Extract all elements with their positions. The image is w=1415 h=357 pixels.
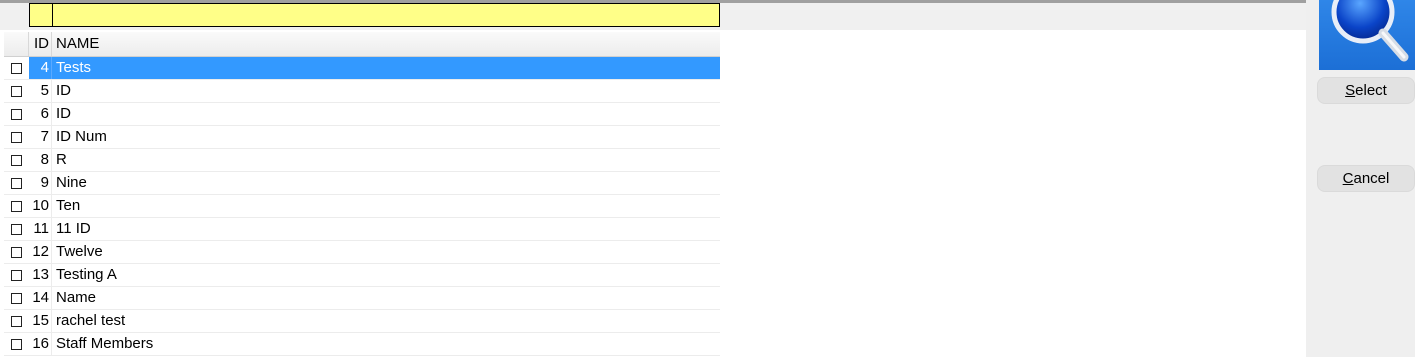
row-checkbox[interactable] — [11, 178, 22, 189]
row-name: ID — [56, 105, 71, 122]
row-checkbox-cell[interactable] — [4, 149, 29, 171]
row-id: 8 — [29, 149, 52, 171]
name-filter-input[interactable] — [53, 4, 719, 26]
record-picker-window: ID NAME 4 Tests 5 ID 6 ID 7 ID Num 8 R 9 Nine 10 Ten 1… — [0, 0, 1415, 357]
table-row[interactable]: 14 Name — [4, 287, 720, 310]
row-checkbox-cell[interactable] — [4, 287, 29, 309]
id-filter-cell[interactable] — [29, 3, 53, 27]
table-row[interactable]: 15 rachel test — [4, 310, 720, 333]
header-check-column — [4, 32, 29, 56]
row-checkbox[interactable] — [11, 270, 22, 281]
magnifier-icon — [1331, 0, 1409, 62]
row-name: rachel test — [56, 312, 126, 329]
search-tile — [1319, 0, 1415, 70]
row-name: Nine — [56, 174, 87, 191]
row-checkbox[interactable] — [11, 224, 22, 235]
row-name: Ten — [56, 197, 81, 214]
row-id: 9 — [29, 172, 52, 194]
row-checkbox-cell[interactable] — [4, 126, 29, 148]
row-checkbox[interactable] — [11, 86, 22, 97]
table-row[interactable]: 5 ID — [4, 80, 720, 103]
row-checkbox-cell[interactable] — [4, 333, 29, 355]
row-id: 12 — [29, 241, 52, 263]
row-checkbox-cell[interactable] — [4, 218, 29, 240]
row-name: ID — [56, 82, 71, 99]
results-grid: ID NAME 4 Tests 5 ID 6 ID 7 ID Num 8 R 9 Nine 10 Ten 1… — [4, 32, 720, 356]
row-checkbox-cell[interactable] — [4, 264, 29, 286]
select-button[interactable]: Select — [1317, 77, 1415, 104]
row-checkbox[interactable] — [11, 201, 22, 212]
filter-row — [0, 3, 1306, 30]
select-label: elect — [1355, 82, 1387, 99]
table-row[interactable]: 4 Tests — [4, 57, 720, 80]
row-name: R — [56, 151, 67, 168]
row-name: Name — [56, 289, 97, 306]
grid-header: ID NAME — [4, 32, 720, 57]
row-id: 16 — [29, 333, 52, 355]
header-id[interactable]: ID — [29, 32, 52, 56]
row-checkbox[interactable] — [11, 63, 22, 74]
row-name: Staff Members — [56, 335, 154, 352]
row-checkbox-cell[interactable] — [4, 195, 29, 217]
table-row[interactable]: 7 ID Num — [4, 126, 720, 149]
cancel-button[interactable]: Cancel — [1317, 165, 1415, 192]
row-checkbox[interactable] — [11, 247, 22, 258]
row-id: 5 — [29, 80, 52, 102]
row-name: Twelve — [56, 243, 103, 260]
row-id: 15 — [29, 310, 52, 332]
row-checkbox-cell[interactable] — [4, 241, 29, 263]
select-access-key: S — [1345, 82, 1356, 99]
id-filter-input[interactable] — [30, 4, 52, 26]
row-id: 6 — [29, 103, 52, 125]
row-checkbox[interactable] — [11, 339, 22, 350]
row-checkbox-cell[interactable] — [4, 172, 29, 194]
table-row[interactable]: 16 Staff Members — [4, 333, 720, 356]
row-checkbox[interactable] — [11, 109, 22, 120]
table-row[interactable]: 6 ID — [4, 103, 720, 126]
name-filter-cell[interactable] — [52, 3, 720, 27]
row-checkbox-cell[interactable] — [4, 57, 29, 79]
cancel-access-key: C — [1342, 170, 1354, 187]
row-checkbox-cell[interactable] — [4, 80, 29, 102]
row-checkbox[interactable] — [11, 155, 22, 166]
table-row[interactable]: 12 Twelve — [4, 241, 720, 264]
row-checkbox[interactable] — [11, 132, 22, 143]
row-checkbox-cell[interactable] — [4, 103, 29, 125]
action-panel: Select Cancel — [1306, 0, 1415, 357]
row-id: 10 — [29, 195, 52, 217]
table-row[interactable]: 10 Ten — [4, 195, 720, 218]
cancel-label: ancel — [1353, 170, 1390, 187]
row-id: 13 — [29, 264, 52, 286]
table-row[interactable]: 8R — [4, 149, 720, 172]
row-checkbox-cell[interactable] — [4, 310, 29, 332]
row-id: 11 — [29, 218, 52, 240]
row-name: Testing A — [56, 266, 117, 283]
row-checkbox[interactable] — [11, 293, 22, 304]
header-name[interactable]: NAME — [52, 32, 720, 56]
grid-body: 4 Tests 5 ID 6 ID 7 ID Num 8 R 9 Nine 10 Ten 11 11 ID 12… — [4, 57, 720, 356]
row-id: 7 — [29, 126, 52, 148]
row-id: 14 — [29, 287, 52, 309]
table-row[interactable]: 11 11 ID — [4, 218, 720, 241]
row-name: 11 ID — [56, 220, 91, 237]
table-row[interactable]: 13 Testing A — [4, 264, 720, 287]
row-id: 4 — [29, 57, 52, 79]
row-name: ID Num — [56, 128, 107, 145]
row-name: Tests — [52, 57, 720, 79]
table-row[interactable]: 9 Nine — [4, 172, 720, 195]
row-checkbox[interactable] — [11, 316, 22, 327]
